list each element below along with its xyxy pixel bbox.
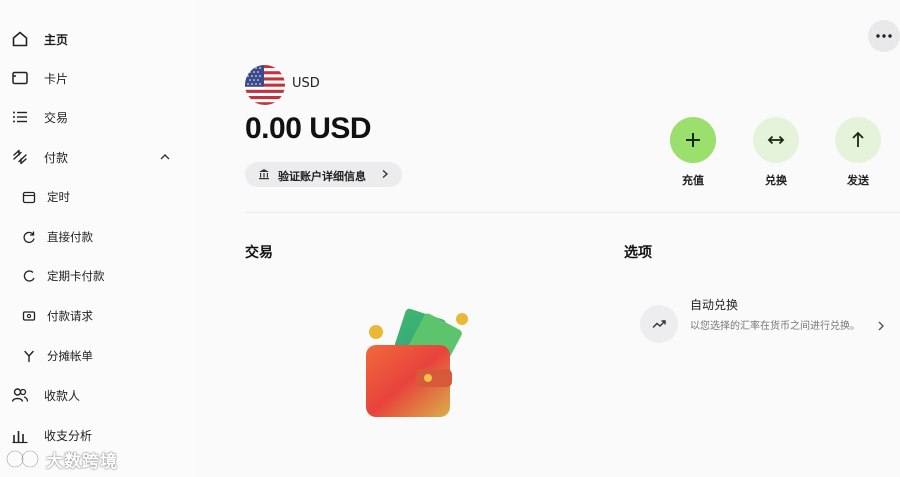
home-icon: [11, 30, 29, 48]
sidebar-item-label: 收支分析: [44, 428, 93, 443]
options-title: 选项: [624, 245, 652, 261]
send-button[interactable]: 发送: [835, 117, 881, 188]
sidebar-item-label: 定时: [47, 190, 70, 204]
section-divider: [245, 212, 900, 213]
calendar-icon: [21, 189, 37, 205]
option-description: 以您选择的汇率在货币之间进行兑换。: [690, 321, 860, 332]
top-up-button[interactable]: 充值: [670, 117, 716, 188]
send-label: 发送: [847, 174, 869, 187]
sidebar-item-label: 收款人: [44, 388, 81, 403]
more-options-button[interactable]: [868, 20, 900, 52]
sidebar-item-transactions[interactable]: 交易: [0, 101, 195, 133]
sidebar: 主页 卡片 交易 付款 定时 直接付款 定期卡付款 付款请求 分摊帐单 收款人 …: [0, 0, 195, 477]
refresh-icon: [21, 229, 37, 245]
sidebar-item-scheduled[interactable]: 定时: [0, 181, 195, 213]
sidebar-item-home[interactable]: 主页: [0, 23, 195, 55]
list-icon: [11, 108, 29, 126]
sidebar-item-direct-payment[interactable]: 直接付款: [0, 221, 195, 253]
us-flag-icon: [245, 65, 285, 105]
recurring-icon: [21, 268, 37, 284]
send-circle[interactable]: [835, 117, 881, 163]
sidebar-item-label: 付款请求: [47, 309, 93, 323]
sidebar-item-recurring-card[interactable]: 定期卡付款: [0, 260, 195, 292]
sidebar-item-label: 直接付款: [47, 230, 93, 244]
exchange-icon: [767, 135, 785, 145]
sidebar-item-payments[interactable]: 付款: [0, 141, 195, 173]
verify-account-label: 验证账户详细信息: [278, 170, 366, 183]
transfer-icon: [11, 148, 29, 166]
chart-icon: [11, 426, 29, 444]
plus-icon: [686, 133, 700, 147]
sidebar-item-cards[interactable]: 卡片: [0, 62, 195, 94]
wallet-illustration: [360, 305, 475, 420]
watermark-logo-icon: [6, 449, 40, 469]
sidebar-item-label: 定期卡付款: [47, 269, 105, 283]
auto-exchange-option[interactable]: 自动兑换 以您选择的汇率在货币之间进行兑换。: [630, 288, 900, 360]
transactions-title: 交易: [245, 245, 273, 261]
people-icon: [11, 386, 29, 404]
top-up-label: 充值: [682, 174, 704, 187]
sidebar-item-label: 交易: [44, 110, 69, 125]
sidebar-item-split-bill[interactable]: 分摊帐单: [0, 340, 195, 372]
request-icon: [21, 308, 37, 324]
watermark-text: 大数跨境: [46, 451, 118, 472]
exchange-circle[interactable]: [753, 117, 799, 163]
sidebar-item-label: 卡片: [44, 71, 69, 86]
app-window: 主页 卡片 交易 付款 定时 直接付款 定期卡付款 付款请求 分摊帐单 收款人 …: [0, 0, 900, 477]
more-icon: [876, 34, 892, 38]
chevron-right-icon: [876, 317, 886, 336]
sidebar-item-label: 分摊帐单: [47, 349, 93, 363]
watermark: 大数跨境: [6, 446, 118, 472]
account-balance: 0.00 USD: [245, 112, 372, 145]
exchange-label: 兑换: [765, 174, 787, 187]
chevron-up-icon[interactable]: [158, 150, 172, 167]
sidebar-item-label: 付款: [44, 150, 69, 165]
chevron-right-icon: [380, 169, 390, 182]
bank-icon: [258, 168, 270, 183]
trend-icon: [640, 305, 678, 343]
currency-code: USD: [292, 76, 320, 91]
option-title: 自动兑换: [690, 298, 739, 312]
sidebar-item-label: 主页: [44, 32, 69, 47]
sidebar-item-recipients[interactable]: 收款人: [0, 379, 195, 411]
exchange-button[interactable]: 兑换: [753, 117, 799, 188]
verify-account-details-button[interactable]: 验证账户详细信息: [245, 162, 402, 187]
split-icon: [21, 348, 37, 364]
card-icon: [11, 69, 29, 87]
top-up-circle[interactable]: [670, 117, 716, 163]
sidebar-item-payment-request[interactable]: 付款请求: [0, 300, 195, 332]
arrow-up-icon: [852, 131, 864, 147]
